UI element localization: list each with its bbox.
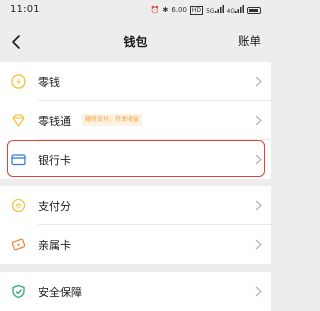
- list-item-change[interactable]: ¥ 零钱: [0, 62, 271, 101]
- wallet-group-security: 安全保障: [0, 272, 271, 311]
- list-item-label: 零钱: [38, 76, 60, 89]
- network-speed-icon: 6.00: [171, 6, 187, 14]
- list-item-bank-card[interactable]: 银行卡: [0, 140, 271, 179]
- diamond-icon: [12, 114, 25, 127]
- bill-button[interactable]: 账单: [238, 33, 261, 49]
- promo-tag: 随时支付，开享收益: [82, 114, 143, 126]
- nav-bar: 钱包 账单: [0, 22, 271, 62]
- signal-icon: 5G: [206, 5, 224, 16]
- chevron-right-icon: [255, 239, 262, 250]
- list-item-pay-score[interactable]: 支付分: [0, 186, 271, 225]
- score-icon: [11, 198, 26, 213]
- signal-icon: 4G: [227, 5, 244, 16]
- family-card-icon: [11, 238, 26, 251]
- list-item-label: 零钱通: [38, 115, 71, 128]
- list-item-family-card[interactable]: 亲属卡: [0, 225, 271, 264]
- status-time: 11:01: [10, 4, 40, 15]
- svg-text:¥: ¥: [16, 78, 21, 86]
- chevron-right-icon: [255, 286, 262, 297]
- list-item-label: 银行卡: [38, 154, 71, 167]
- page-title: 钱包: [123, 35, 148, 49]
- list-item-label: 安全保障: [38, 286, 82, 299]
- chevron-right-icon: [255, 154, 262, 165]
- status-bar: 11:01 ⏰ ✱ 6.00 HD 5G 4G: [0, 0, 271, 22]
- wallet-group-services: 支付分 亲属卡: [0, 186, 271, 264]
- hd-icon: HD: [189, 6, 204, 15]
- card-icon: [11, 154, 26, 166]
- wallet-group-funds: ¥ 零钱 零钱通 随时支付，开享收益 银行卡: [0, 62, 271, 179]
- status-icons: ⏰ ✱ 6.00 HD 5G 4G: [151, 5, 261, 16]
- shield-icon: [12, 284, 25, 299]
- chevron-right-icon: [255, 200, 262, 211]
- alarm-icon: ⏰: [150, 6, 160, 14]
- list-item-label: 支付分: [38, 200, 71, 213]
- battery-icon: [247, 7, 261, 14]
- coin-icon: ¥: [11, 74, 26, 89]
- list-item-security[interactable]: 安全保障: [0, 272, 271, 311]
- list-item-label: 亲属卡: [38, 239, 71, 252]
- chevron-right-icon: [255, 115, 262, 126]
- list-item-lingqiantong[interactable]: 零钱通 随时支付，开享收益: [0, 101, 271, 140]
- chevron-right-icon: [255, 76, 262, 87]
- bluetooth-icon: ✱: [162, 6, 169, 14]
